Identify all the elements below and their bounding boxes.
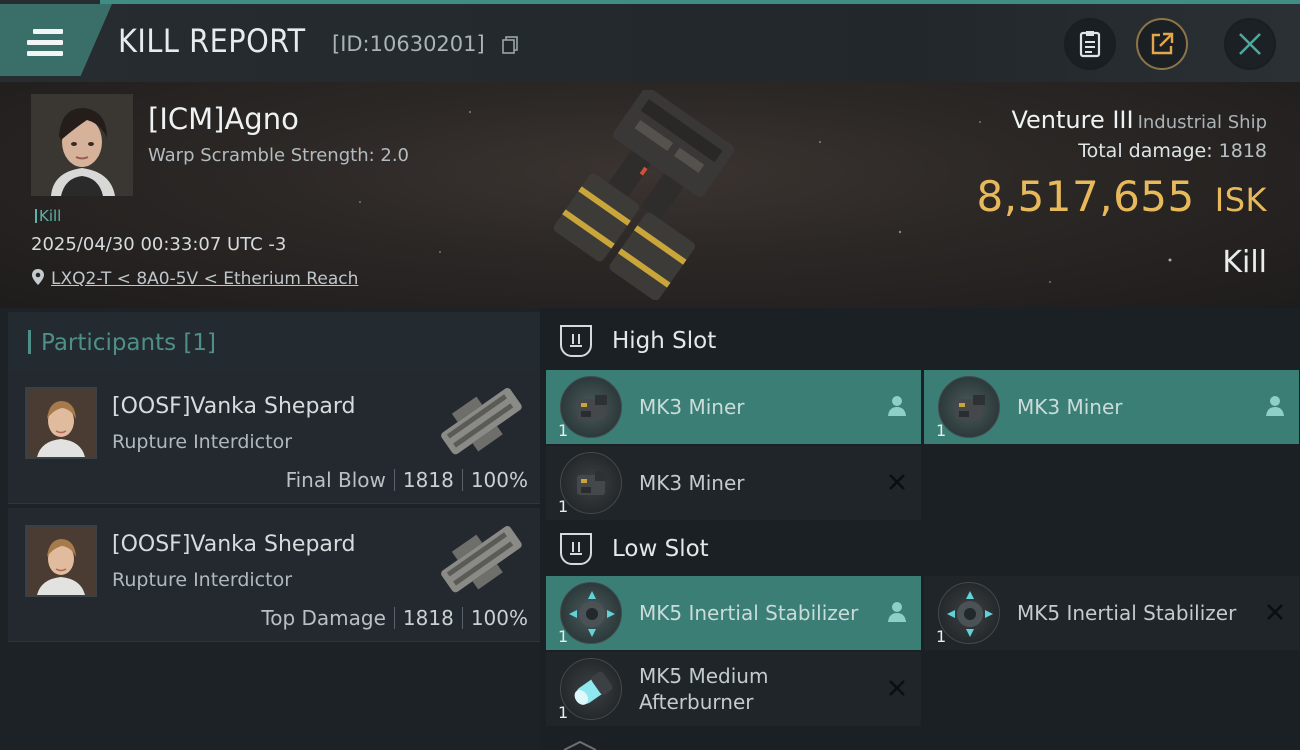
module-quantity: 1	[936, 627, 947, 646]
module-slot[interactable]: 1 MK5 Medium Afterburner	[546, 652, 921, 726]
high-slot-label: High Slot	[612, 328, 717, 354]
isk-amount: 8,517,655	[976, 172, 1195, 221]
participant-role: Final Blow	[285, 468, 386, 492]
menu-icon	[27, 29, 63, 57]
participants-count: [1]	[183, 330, 217, 356]
miner-module-icon	[560, 452, 622, 514]
participants-header: Participants [1]	[8, 312, 540, 370]
participant-card[interactable]: [OOSF]Vanka Shepard Rupture Interdictor …	[8, 508, 540, 642]
dropped-person-icon	[888, 396, 906, 416]
stabilizer-module-icon	[560, 582, 622, 644]
afterburner-module-icon	[560, 658, 622, 720]
fitting-panel: High Slot 1 MK3 Miner 1 MK3 Miner 1 MK3 …	[540, 308, 1300, 750]
page-title: KILL REPORT	[118, 22, 306, 60]
copy-icon[interactable]	[502, 36, 518, 54]
isk-unit: ISK	[1214, 181, 1267, 219]
close-icon	[1239, 33, 1261, 55]
victim-name: [ICM]Agno	[148, 102, 299, 136]
low-slot-icon	[560, 533, 592, 565]
participant-damage: 1818	[402, 606, 454, 630]
total-damage: Total damage: 1818	[1078, 140, 1267, 162]
high-slot-header: High Slot	[560, 316, 716, 366]
participant-avatar[interactable]	[25, 525, 97, 597]
victim-ship-image[interactable]	[530, 90, 780, 300]
miner-module-icon	[560, 376, 622, 438]
module-slot[interactable]: 1 MK3 Miner	[546, 370, 921, 444]
kill-report-window: { "header": { "title": "KILL REPORT", "r…	[0, 0, 1300, 750]
location-pin-icon	[32, 269, 44, 285]
clipboard-button[interactable]	[1064, 18, 1116, 70]
kill-tag-label: Kill	[39, 207, 62, 225]
report-id: [ID:10630201]	[332, 32, 485, 56]
module-name: MK3 Miner	[639, 395, 745, 419]
destroyed-x-icon	[1267, 604, 1283, 620]
share-icon	[1151, 32, 1174, 55]
victim-ship-class: Industrial Ship	[1137, 112, 1267, 133]
participant-percent: 100%	[470, 606, 528, 630]
module-slot[interactable]: 1 MK3 Miner	[924, 370, 1299, 444]
victim-banner: [ICM]Agno Warp Scramble Strength: 2.0 Ki…	[0, 82, 1300, 308]
participants-title: Participants [1]	[28, 330, 216, 356]
dropped-person-icon	[888, 602, 906, 622]
module-slot[interactable]: 1 MK5 Inertial Stabilizer	[546, 576, 921, 650]
module-quantity: 1	[558, 703, 569, 722]
module-name: MK3 Miner	[639, 471, 745, 495]
header-bar: KILL REPORT [ID:10630201]	[0, 0, 1300, 82]
isk-value: 8,517,655 ISK	[977, 172, 1268, 221]
miner-module-icon	[938, 376, 1000, 438]
kill-timestamp: 2025/04/30 00:33:07 UTC -3	[31, 234, 287, 255]
low-slot-label: Low Slot	[612, 536, 709, 562]
module-name: MK5 Inertial Stabilizer	[639, 601, 859, 625]
participant-ship-image[interactable]	[432, 514, 532, 606]
participant-damage: 1818	[402, 468, 454, 492]
module-quantity: 1	[558, 497, 569, 516]
module-quantity: 1	[936, 421, 947, 440]
participant-avatar[interactable]	[25, 387, 97, 459]
participants-panel: Participants [1] [OOSF]Vanka Shepard Rup…	[0, 308, 540, 750]
kill-location[interactable]: LXQ2-T < 8A0-5V < Etherium Reach	[31, 268, 358, 289]
clipboard-icon	[1079, 31, 1101, 58]
module-quantity: 1	[558, 421, 569, 440]
module-slot[interactable]: 1 MK5 Inertial Stabilizer	[924, 576, 1299, 650]
victim-avatar[interactable]	[31, 94, 133, 196]
participant-name: [OOSF]Vanka Shepard	[112, 394, 356, 419]
stabilizer-module-icon	[938, 582, 1000, 644]
participant-stats: Final Blow 1818 100%	[286, 468, 528, 492]
participant-role: Top Damage	[261, 606, 386, 630]
participant-ship: Rupture Interdictor	[112, 569, 292, 591]
module-slot[interactable]: 1 MK3 Miner	[546, 446, 921, 520]
outcome-label: Kill	[1222, 245, 1267, 280]
header-accent-line	[100, 0, 1300, 4]
module-name: MK5 Medium Afterburner	[639, 664, 769, 714]
total-damage-label: Total damage:	[1078, 140, 1213, 162]
participant-ship-image[interactable]	[432, 376, 532, 468]
high-slot-icon	[560, 325, 592, 357]
participant-name: [OOSF]Vanka Shepard	[112, 532, 356, 557]
destroyed-x-icon	[889, 474, 905, 490]
participant-percent: 100%	[470, 468, 528, 492]
dropped-person-icon	[1266, 396, 1284, 416]
low-slot-header: Low Slot	[560, 524, 709, 574]
victim-ship: Venture III Industrial Ship	[1011, 106, 1267, 134]
menu-button[interactable]	[0, 4, 112, 76]
total-damage-value: 1818	[1218, 140, 1267, 162]
module-name: MK5 Inertial Stabilizer	[1017, 601, 1237, 625]
close-button[interactable]	[1224, 18, 1276, 70]
warp-scramble-strength: Warp Scramble Strength: 2.0	[148, 145, 410, 166]
module-quantity: 1	[558, 627, 569, 646]
share-button[interactable]	[1136, 18, 1188, 70]
participant-ship: Rupture Interdictor	[112, 431, 292, 453]
destroyed-x-icon	[889, 680, 905, 696]
kill-tag: Kill	[35, 207, 61, 225]
victim-ship-name: Venture III	[1011, 106, 1134, 134]
location-link[interactable]: LXQ2-T < 8A0-5V < Etherium Reach	[51, 269, 358, 289]
module-name: MK3 Miner	[1017, 395, 1123, 419]
next-slot-icon-peek	[563, 740, 597, 750]
participants-title-text: Participants	[41, 330, 177, 356]
participant-stats: Top Damage 1818 100%	[261, 606, 528, 630]
participant-card[interactable]: [OOSF]Vanka Shepard Rupture Interdictor …	[8, 370, 540, 504]
